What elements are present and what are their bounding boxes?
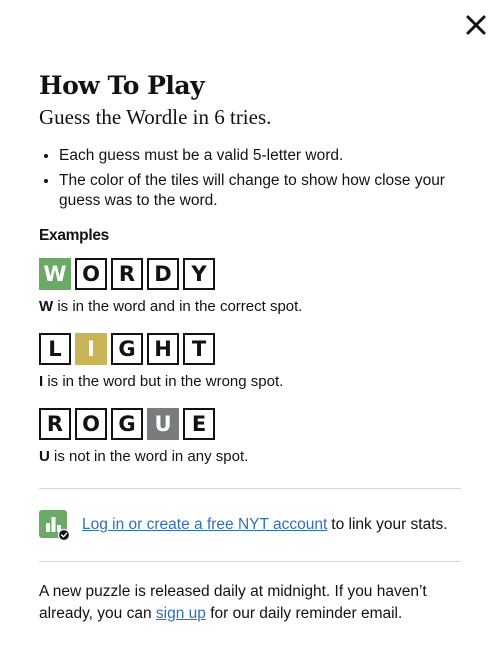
explanation-text: is in the word but in the wrong spot. bbox=[47, 373, 284, 390]
tile-row: L I G H T bbox=[39, 333, 461, 365]
example-explanation: U is not in the word in any spot. bbox=[39, 448, 461, 466]
tile: I bbox=[75, 333, 107, 365]
footer-text: A new puzzle is released daily at midnig… bbox=[39, 581, 461, 625]
tile-row: R O G U E bbox=[39, 408, 461, 440]
tile: Y bbox=[183, 258, 215, 290]
tile: R bbox=[111, 258, 143, 290]
tile: O bbox=[75, 408, 107, 440]
modal-title: How To Play bbox=[39, 71, 205, 100]
rule-item: The color of the tiles will change to sh… bbox=[59, 171, 461, 211]
login-link[interactable]: Log in or create a free NYT account bbox=[82, 516, 327, 534]
explanation-text: is in the word and in the correct spot. bbox=[57, 298, 303, 315]
tile: G bbox=[111, 333, 143, 365]
login-row: Log in or create a free NYT account to l… bbox=[39, 489, 461, 561]
tile: H bbox=[147, 333, 179, 365]
close-button[interactable] bbox=[463, 12, 489, 38]
tile: O bbox=[75, 258, 107, 290]
rules-list: Each guess must be a valid 5-letter word… bbox=[39, 146, 461, 211]
highlight-letter: U bbox=[39, 448, 50, 465]
how-to-play-modal: How To Play Guess the Wordle in 6 tries.… bbox=[0, 0, 503, 662]
tile: E bbox=[183, 408, 215, 440]
tile: G bbox=[111, 408, 143, 440]
highlight-letter: I bbox=[39, 373, 44, 390]
example-rogue: R O G U E U is not in the word in any sp… bbox=[39, 408, 461, 466]
rule-item: Each guess must be a valid 5-letter word… bbox=[59, 146, 461, 166]
tile: D bbox=[147, 258, 179, 290]
stats-chart-icon bbox=[39, 510, 69, 540]
sign-up-link[interactable]: sign up bbox=[156, 605, 206, 622]
tile: T bbox=[183, 333, 215, 365]
footer-text-after: for our daily reminder email. bbox=[210, 605, 403, 622]
tile: W bbox=[39, 258, 71, 290]
example-light: L I G H T I is in the word but in the wr… bbox=[39, 333, 461, 391]
modal-subtitle: Guess the Wordle in 6 tries. bbox=[39, 105, 272, 129]
highlight-letter: W bbox=[39, 298, 54, 315]
examples-heading: Examples bbox=[39, 227, 109, 244]
tile: U bbox=[147, 408, 179, 440]
example-explanation: I is in the word but in the wrong spot. bbox=[39, 373, 461, 391]
explanation-text: is not in the word in any spot. bbox=[54, 448, 249, 465]
tile-row: W O R D Y bbox=[39, 258, 461, 290]
tile: R bbox=[39, 408, 71, 440]
example-wordy: W O R D Y W is in the word and in the co… bbox=[39, 258, 461, 316]
tile: L bbox=[39, 333, 71, 365]
close-icon bbox=[466, 15, 486, 35]
login-rest-text: to link your stats. bbox=[331, 516, 448, 533]
example-explanation: W is in the word and in the correct spot… bbox=[39, 298, 461, 316]
divider bbox=[39, 561, 461, 562]
